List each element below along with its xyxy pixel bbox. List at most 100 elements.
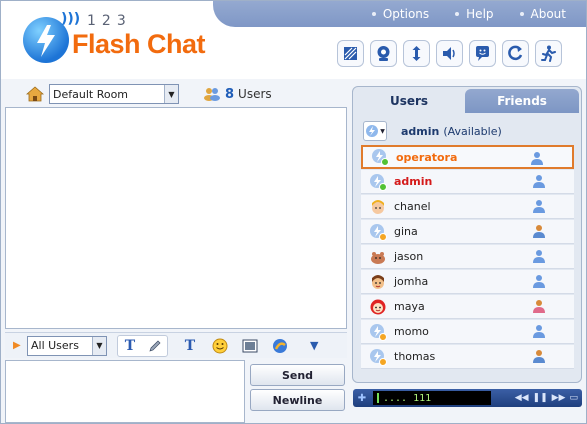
logo-text: Flash Chat xyxy=(72,29,206,59)
refresh-icon xyxy=(508,45,523,61)
send-button[interactable]: Send xyxy=(250,364,345,386)
webcam-icon xyxy=(377,46,390,61)
flash-chat-window: ))) 123 Flash Chat Options Help About De… xyxy=(0,0,587,424)
male-user-icon xyxy=(533,275,545,288)
pencil-button[interactable] xyxy=(143,336,167,356)
image-icon xyxy=(242,339,258,352)
tab-friends[interactable]: Friends xyxy=(465,89,579,113)
user-list-item[interactable]: jason xyxy=(361,245,574,269)
user-list-item[interactable]: admin xyxy=(361,170,574,194)
user-list-item[interactable]: thomas xyxy=(361,345,574,369)
user-name: momo xyxy=(394,325,429,338)
smiley-icon xyxy=(212,338,228,353)
smiley-bubble-button[interactable] xyxy=(469,40,496,67)
bullet-icon xyxy=(455,12,460,16)
exit-button[interactable] xyxy=(535,40,562,67)
help-label: Help xyxy=(466,7,494,21)
smiley-bubble-icon xyxy=(476,46,489,61)
newline-button[interactable]: Newline xyxy=(250,389,345,411)
more-options-icon[interactable]: ▼ xyxy=(310,339,318,352)
format-group: T xyxy=(117,334,168,357)
user-list-item[interactable]: momo xyxy=(361,320,574,344)
refresh-button[interactable] xyxy=(502,40,529,67)
current-user-row: ▼ admin (Available) xyxy=(363,120,573,142)
globe-avatar-icon xyxy=(370,323,387,341)
sort-button[interactable] xyxy=(403,40,430,67)
dark-face-avatar-icon xyxy=(372,274,384,289)
user-name: gina xyxy=(394,225,418,238)
sound-button[interactable] xyxy=(436,40,463,67)
bullet-icon xyxy=(371,12,376,16)
options-link[interactable]: Options xyxy=(371,7,429,21)
user-list-item[interactable]: maya xyxy=(361,295,574,319)
logo-numbers: 123 xyxy=(87,13,132,29)
plus-icon[interactable]: ✚ xyxy=(355,391,369,405)
user-list: operatora admin chanel gina jason jomha … xyxy=(361,145,575,379)
globe-avatar-icon xyxy=(370,223,387,241)
user-name: admin xyxy=(394,175,433,188)
panel-tabs: Users Friends xyxy=(353,87,581,113)
current-user-name: admin xyxy=(401,124,440,138)
recipient-value: All Users xyxy=(31,339,79,352)
about-link[interactable]: About xyxy=(519,7,566,21)
users-panel: Users Friends ▼ admin (Available) operat… xyxy=(352,86,582,383)
room-dropdown-value: Default Room xyxy=(53,87,129,101)
player-display-text: .... 111 xyxy=(383,392,432,404)
user-list-item[interactable]: gina xyxy=(361,220,574,244)
female-user-icon xyxy=(533,225,545,238)
header: ))) 123 Flash Chat Options Help About xyxy=(1,1,586,79)
user-name: operatora xyxy=(396,150,458,164)
rewind-icon[interactable]: ◀◀ xyxy=(515,393,529,403)
male-user-icon xyxy=(533,200,545,213)
tab-users[interactable]: Users xyxy=(355,89,463,113)
user-list-item[interactable]: chanel xyxy=(361,195,574,219)
red-face-avatar-icon xyxy=(370,299,386,314)
current-user-status: (Available) xyxy=(443,124,502,138)
media-player-bar: ✚ .... 111 ◀◀ ❚❚ ▶▶ ▭ xyxy=(353,389,582,407)
recipient-dropdown[interactable]: All Users ▼ xyxy=(27,335,107,356)
blonde-face-avatar-icon xyxy=(372,199,384,214)
player-controls: ◀◀ ❚❚ ▶▶ ▭ xyxy=(515,393,578,403)
user-count-number: 8 xyxy=(225,86,235,102)
user-list-item[interactable]: jomha xyxy=(361,270,574,294)
sound-icon xyxy=(443,47,455,60)
globe-avatar-icon xyxy=(366,125,379,137)
logo-waves-icon: ))) xyxy=(61,11,81,27)
user-list-item[interactable]: operatora xyxy=(361,145,574,169)
bullet-icon xyxy=(519,12,524,16)
clear-icon xyxy=(344,47,357,60)
webcam-button[interactable] xyxy=(370,40,397,67)
font-icon: T xyxy=(184,337,196,354)
chevron-down-icon: ▼ xyxy=(92,336,106,355)
about-label: About xyxy=(530,7,566,21)
status-menu-button[interactable]: ▼ xyxy=(363,121,387,141)
player-display: .... 111 xyxy=(373,391,491,405)
user-name: jason xyxy=(394,250,424,263)
chat-messages-area[interactable] xyxy=(5,107,347,329)
message-input[interactable] xyxy=(5,360,245,423)
room-dropdown[interactable]: Default Room ▼ xyxy=(49,84,179,104)
skin-button[interactable] xyxy=(268,335,292,357)
text-color-button[interactable]: T xyxy=(118,336,142,356)
window-icon[interactable]: ▭ xyxy=(569,393,578,403)
globe-avatar-icon xyxy=(372,149,389,166)
top-navigation: Options Help About xyxy=(213,1,586,27)
help-link[interactable]: Help xyxy=(455,7,494,21)
globe-avatar-icon xyxy=(370,348,387,366)
smiley-button[interactable] xyxy=(208,335,232,357)
female-user-icon xyxy=(533,300,545,313)
critter-avatar-icon xyxy=(371,251,385,264)
level-indicator xyxy=(377,393,379,403)
font-button[interactable]: T xyxy=(178,335,202,357)
image-button[interactable] xyxy=(238,335,262,357)
user-name: thomas xyxy=(394,350,436,363)
flash-chat-logo: ))) 123 Flash Chat xyxy=(17,9,217,69)
male-user-icon xyxy=(533,175,545,188)
clear-button[interactable] xyxy=(337,40,364,67)
pause-icon[interactable]: ❚❚ xyxy=(533,393,548,403)
home-icon[interactable] xyxy=(25,84,45,104)
forward-icon[interactable]: ▶▶ xyxy=(552,393,566,403)
input-toolbar: ▶ All Users ▼ T T ▼ xyxy=(5,332,347,358)
expand-arrow-icon[interactable]: ▶ xyxy=(13,340,27,351)
exit-icon xyxy=(541,45,556,62)
